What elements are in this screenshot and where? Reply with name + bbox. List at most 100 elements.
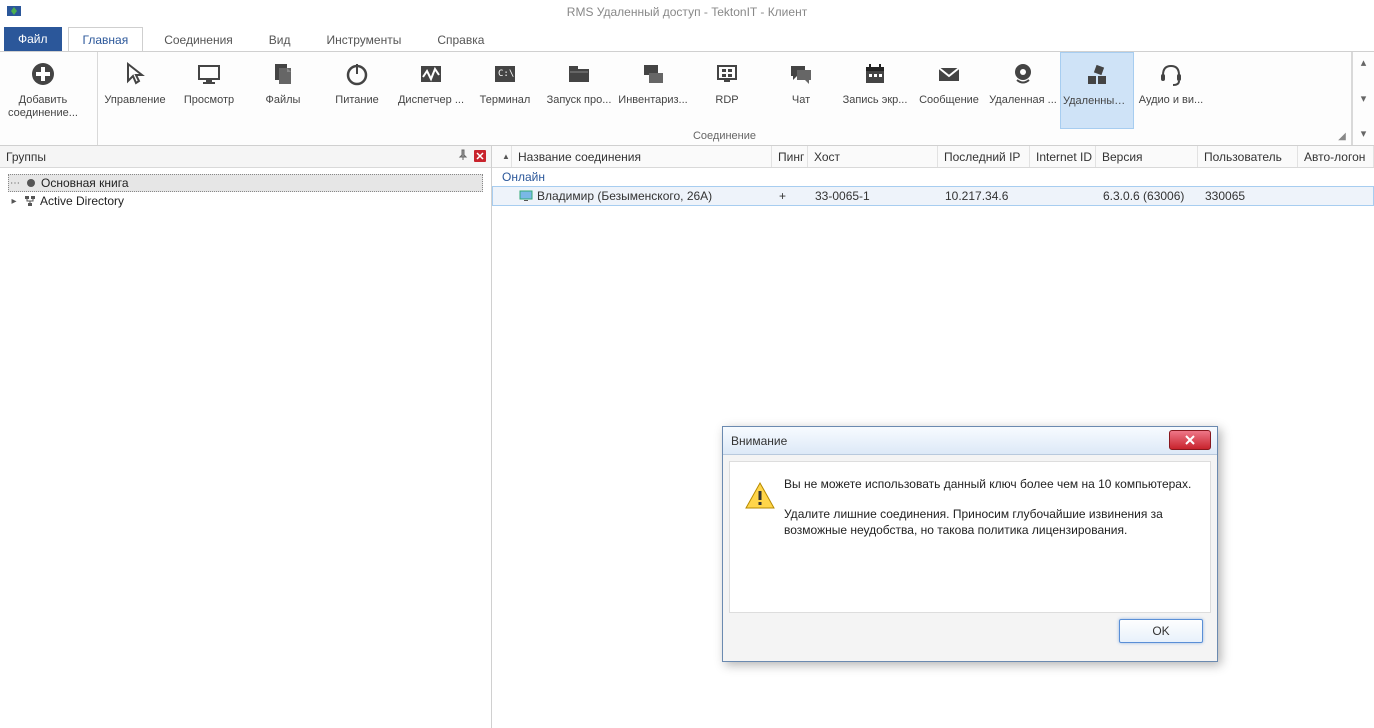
tab-connections[interactable]: Соединения xyxy=(149,27,248,51)
add-connection-label: Добавить соединение... xyxy=(6,94,80,120)
dialog-line2: Удалите лишние соединения. Приносим глуб… xyxy=(784,506,1196,538)
control-button[interactable]: Управление xyxy=(98,52,172,129)
power-button[interactable]: Питание xyxy=(320,52,394,129)
inventory-label: Инвентариз... xyxy=(616,94,689,107)
plus-circle-icon xyxy=(27,60,59,88)
col-version[interactable]: Версия xyxy=(1096,146,1198,167)
message-label: Сообщение xyxy=(917,94,981,107)
cell-user: 330065 xyxy=(1199,189,1299,203)
ribbon-scroll-up-icon[interactable]: ▴ xyxy=(1357,56,1371,70)
dialog-body: Вы не можете использовать данный ключ бо… xyxy=(729,461,1211,613)
expander-icon[interactable]: ⋯ xyxy=(9,178,21,189)
view-button[interactable]: Просмотр xyxy=(172,52,246,129)
cell-ping: + xyxy=(773,189,809,203)
warning-icon xyxy=(744,476,784,598)
chat-button[interactable]: Чат xyxy=(764,52,838,129)
col-name[interactable]: Название соединения xyxy=(512,146,772,167)
shapes-icon xyxy=(1081,61,1113,89)
ribbon-scroll-down-icon[interactable]: ▾ xyxy=(1357,92,1371,106)
ribbon-group-label: Соединение ◢ xyxy=(98,129,1351,145)
run-label: Запуск про... xyxy=(545,94,614,107)
ribbon: Добавить соединение... Управление Просмо… xyxy=(0,52,1374,146)
dialog-line1: Вы не можете использовать данный ключ бо… xyxy=(784,476,1196,492)
dialog-titlebar[interactable]: Внимание xyxy=(723,427,1217,455)
remote-label: Удаленный ... xyxy=(1061,95,1133,108)
group-row-online[interactable]: Онлайн xyxy=(492,168,1374,186)
ribbon-tabs: Файл Главная Соединения Вид Инструменты … xyxy=(0,24,1374,52)
group-popup-icon[interactable]: ◢ xyxy=(1337,130,1347,140)
cell-host: 33-0065-1 xyxy=(809,189,939,203)
table-row[interactable]: Владимир (Безыменского, 26А) + 33-0065-1… xyxy=(492,186,1374,206)
cursor-icon xyxy=(119,60,151,88)
ribbon-expand-icon[interactable]: ▾ xyxy=(1357,127,1371,141)
tab-help[interactable]: Справка xyxy=(422,27,499,51)
monitor-small-icon xyxy=(519,190,533,202)
ok-button[interactable]: OK xyxy=(1119,619,1203,643)
dialog-close-button[interactable] xyxy=(1169,430,1211,450)
attention-dialog: Внимание Вы не можете использовать данны… xyxy=(722,426,1218,662)
add-connection-button[interactable]: Добавить соединение... xyxy=(0,52,86,129)
chat-icon xyxy=(785,60,817,88)
col-host[interactable]: Хост xyxy=(808,146,938,167)
remote-cam-button[interactable]: Удаленная ... xyxy=(986,52,1060,129)
cell-name: Владимир (Безыменского, 26А) xyxy=(537,189,712,203)
control-label: Управление xyxy=(102,94,167,107)
close-icon xyxy=(1184,434,1196,446)
view-label: Просмотр xyxy=(182,94,236,107)
svg-text:C:\: C:\ xyxy=(498,69,514,79)
rdp-button[interactable]: RDP xyxy=(690,52,764,129)
groups-tree: ⋯ Основная книга ▸ Active Directory xyxy=(0,168,491,216)
groups-pane: Группы ⋯ Основная книга ▸ Active Directo… xyxy=(0,146,492,728)
taskmgr-button[interactable]: Диспетчер ... xyxy=(394,52,468,129)
pin-icon[interactable] xyxy=(457,149,469,161)
message-button[interactable]: Сообщение xyxy=(912,52,986,129)
terminal-icon: C:\ xyxy=(489,60,521,88)
power-label: Питание xyxy=(333,94,380,107)
audiovideo-button[interactable]: Аудио и ви... xyxy=(1134,52,1208,129)
ribbon-overflow: ▴ ▾ ▾ xyxy=(1352,52,1374,145)
tab-main[interactable]: Главная xyxy=(68,27,144,51)
run-button[interactable]: Запуск про... xyxy=(542,52,616,129)
dialog-text: Вы не можете использовать данный ключ бо… xyxy=(784,476,1196,598)
terminal-button[interactable]: C:\ Терминал xyxy=(468,52,542,129)
record-label: Запись экр... xyxy=(841,94,910,107)
col-autologon[interactable]: Авто-логон xyxy=(1298,146,1374,167)
groups-header: Группы xyxy=(0,146,491,168)
terminal-label: Терминал xyxy=(478,94,533,107)
col-checkbox[interactable]: ▲ xyxy=(492,146,512,167)
taskmgr-label: Диспетчер ... xyxy=(396,94,466,107)
expander-icon[interactable]: ▸ xyxy=(8,196,20,207)
files-label: Файлы xyxy=(264,94,303,107)
monitor-icon xyxy=(193,60,225,88)
audiovideo-label: Аудио и ви... xyxy=(1137,94,1205,107)
files-button[interactable]: Файлы xyxy=(246,52,320,129)
envelope-icon xyxy=(933,60,965,88)
tree-item-ad[interactable]: ▸ Active Directory xyxy=(8,192,483,210)
tree-item-main-book[interactable]: ⋯ Основная книга xyxy=(8,174,483,192)
inventory-icon xyxy=(637,60,669,88)
webcam-icon xyxy=(1007,60,1039,88)
close-pane-icon[interactable] xyxy=(473,149,487,163)
col-user[interactable]: Пользователь xyxy=(1198,146,1298,167)
grid-header: ▲ Название соединения Пинг Хост Последни… xyxy=(492,146,1374,168)
book-icon xyxy=(23,175,39,191)
inventory-button[interactable]: Инвентариз... xyxy=(616,52,690,129)
window-title: RMS Удаленный доступ - TektonIT - Клиент xyxy=(567,5,807,19)
file-tab[interactable]: Файл xyxy=(4,27,62,51)
tab-view[interactable]: Вид xyxy=(254,27,306,51)
files-icon xyxy=(267,60,299,88)
col-ping[interactable]: Пинг xyxy=(772,146,808,167)
tab-tools[interactable]: Инструменты xyxy=(312,27,417,51)
col-internetid[interactable]: Internet ID xyxy=(1030,146,1096,167)
calendar-icon xyxy=(859,60,891,88)
remote-cam-label: Удаленная ... xyxy=(987,94,1059,107)
col-lastip[interactable]: Последний IP xyxy=(938,146,1030,167)
rdp-label: RDP xyxy=(713,94,740,107)
remote-button[interactable]: Удаленный ... xyxy=(1060,52,1134,129)
rdp-icon xyxy=(711,60,743,88)
folder-run-icon xyxy=(563,60,595,88)
record-button[interactable]: Запись экр... xyxy=(838,52,912,129)
tree-label: Active Directory xyxy=(40,194,124,208)
dialog-title: Внимание xyxy=(731,434,787,448)
group-conn-label: Соединение xyxy=(693,130,756,142)
